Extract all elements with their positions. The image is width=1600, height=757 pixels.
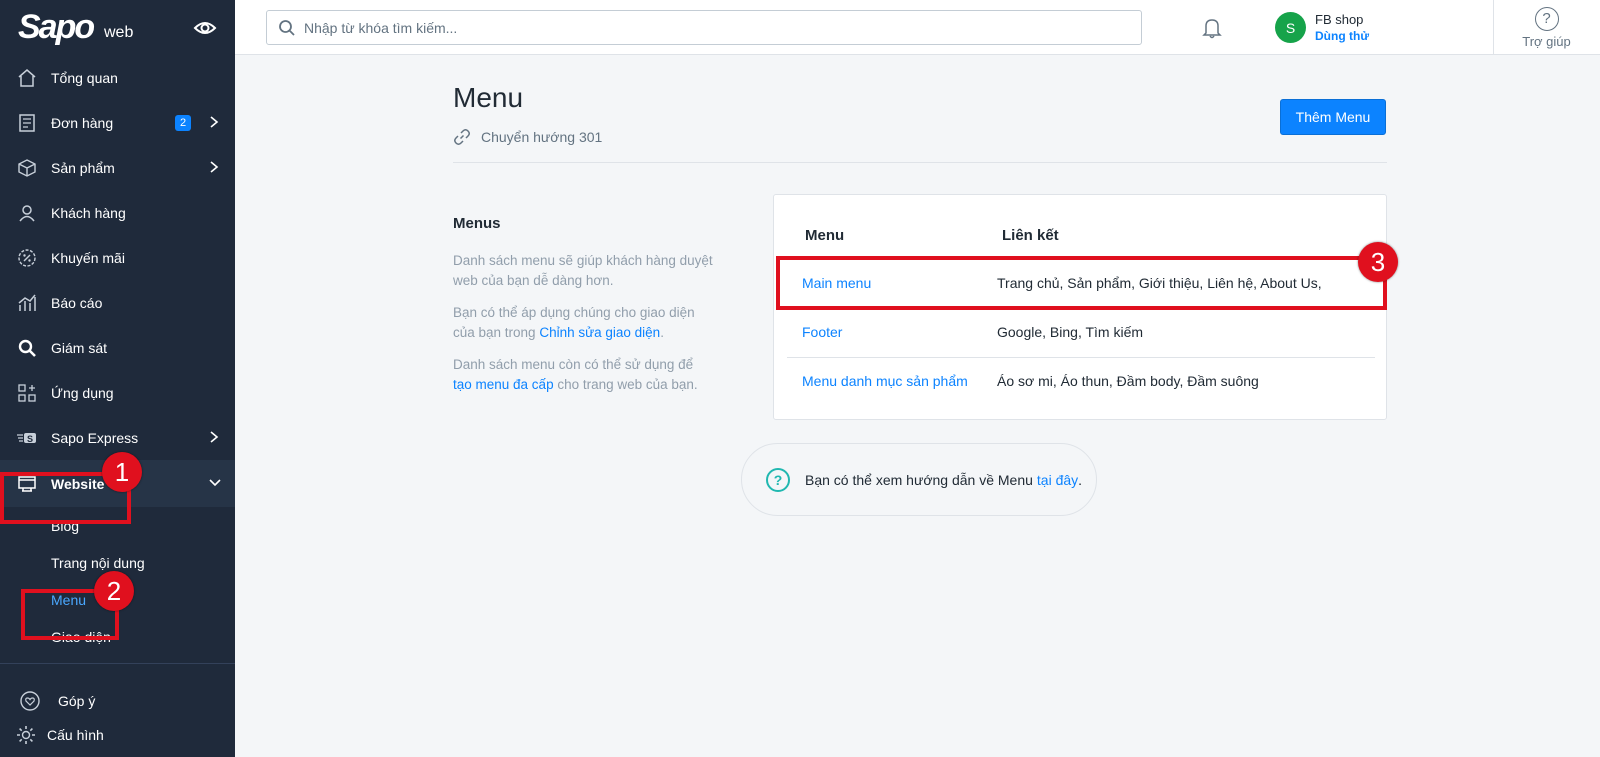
help-tip: ? Bạn có thể xem hướng dẫn về Menu tại đâ… xyxy=(741,443,1097,516)
sidebar-item-apps[interactable]: Ứng dụng xyxy=(0,370,235,415)
chart-icon xyxy=(16,292,38,314)
question-icon: ? xyxy=(766,467,790,492)
multilevel-menu-link[interactable]: tạo menu đa cấp xyxy=(453,377,554,392)
sidebar-item-label: Cấu hình xyxy=(47,727,104,743)
chevron-right-icon xyxy=(209,160,219,174)
express-icon: S xyxy=(16,427,38,449)
menus-description-3: Danh sách menu còn có thể sử dụng để tạo… xyxy=(453,357,698,392)
help-icon: ? xyxy=(1534,6,1559,31)
menus-description-2: Bạn có thể áp dụng chúng cho giao diện c… xyxy=(453,305,695,340)
sidebar-item-label: Sản phẩm xyxy=(51,159,115,176)
tip-link[interactable]: tại đây xyxy=(1037,472,1078,488)
table-row[interactable]: Footer Google, Bing, Tìm kiếm xyxy=(787,308,1375,357)
search-icon xyxy=(278,19,296,37)
header-divider xyxy=(453,162,1387,163)
search-icon xyxy=(16,337,38,359)
bell-icon[interactable] xyxy=(1202,17,1222,39)
eye-icon[interactable] xyxy=(193,16,217,40)
trial-label[interactable]: Dùng thử xyxy=(1315,29,1369,43)
annotation-marker-3: 3 xyxy=(1358,242,1398,282)
tip-text: Bạn có thể xem hướng dẫn về Menu xyxy=(805,471,1033,488)
sidebar-item-orders[interactable]: Đơn hàng 2 xyxy=(0,100,235,145)
sidebar-item-label: Sapo Express xyxy=(51,429,139,446)
sidebar-item-label: Giám sát xyxy=(51,339,108,356)
annotation-box-3 xyxy=(776,256,1387,310)
top-bar: S FB shop Dùng thử ? Trợ giúp xyxy=(235,0,1600,55)
user-icon xyxy=(16,202,38,224)
section-title: Menus xyxy=(453,215,501,232)
add-menu-button[interactable]: Thêm Menu xyxy=(1280,99,1386,135)
sidebar-item-products[interactable]: Sản phẩm xyxy=(0,145,235,190)
menus-description-1: Danh sách menu sẽ giúp khách hàng duyệt … xyxy=(453,253,713,288)
gear-icon xyxy=(15,724,37,746)
sidebar-item-feedback[interactable]: Góp ý xyxy=(0,686,235,716)
search-box[interactable] xyxy=(266,10,1142,45)
search-input[interactable] xyxy=(304,11,1124,44)
help-label: Trợ giúp xyxy=(1522,33,1571,49)
sidebar: Sapo web Tổng quan Đơn hàng 2 Sản phẩm K… xyxy=(0,0,235,757)
sidebar-item-customers[interactable]: Khách hàng xyxy=(0,190,235,235)
avatar[interactable]: S xyxy=(1275,12,1306,43)
column-header-menu: Menu xyxy=(805,227,845,244)
menu-name-link[interactable]: Footer xyxy=(802,324,842,340)
table-row[interactable]: Menu danh mục sản phẩm Áo sơ mi, Áo thun… xyxy=(787,357,1375,406)
brand-logo: Sapo xyxy=(18,8,95,46)
brand-sub: web xyxy=(104,24,134,41)
annotation-marker-2: 2 xyxy=(94,571,134,611)
heart-icon xyxy=(19,690,41,712)
sidebar-item-monitoring[interactable]: Giám sát xyxy=(0,325,235,370)
sidebar-item-label: Đơn hàng xyxy=(51,114,114,131)
box-icon xyxy=(16,157,38,179)
sidebar-item-label: Ứng dụng xyxy=(51,384,114,401)
column-header-links: Liên kết xyxy=(1002,227,1059,244)
link-icon xyxy=(454,129,470,145)
orders-count-badge: 2 xyxy=(175,115,192,131)
apps-icon xyxy=(16,382,38,404)
chevron-down-icon xyxy=(209,475,221,489)
redirect-301-link[interactable]: Chuyển hướng 301 xyxy=(453,128,602,146)
sidebar-divider xyxy=(0,663,235,664)
menu-links: Áo sơ mi, Áo thun, Đầm body, Đầm suông xyxy=(997,373,1259,389)
sidebar-item-label: Tổng quan xyxy=(51,69,118,86)
sidebar-item-label: Khuyến mãi xyxy=(51,249,125,266)
page-title: Menu xyxy=(453,82,524,113)
help-button[interactable]: ? Trợ giúp xyxy=(1493,0,1600,55)
sidebar-item-settings[interactable]: Cấu hình xyxy=(0,720,235,750)
sidebar-item-overview[interactable]: Tổng quan xyxy=(0,55,235,100)
redirect-label: Chuyển hướng 301 xyxy=(481,129,603,145)
tip-suffix: . xyxy=(1078,471,1083,488)
annotation-marker-1: 1 xyxy=(102,452,142,492)
chevron-right-icon xyxy=(209,430,219,444)
home-icon xyxy=(16,67,38,89)
menu-links: Google, Bing, Tìm kiếm xyxy=(997,324,1144,340)
sidebar-item-label: Khách hàng xyxy=(51,204,126,221)
sidebar-item-reports[interactable]: Báo cáo xyxy=(0,280,235,325)
menu-name-link[interactable]: Menu danh mục sản phẩm xyxy=(802,373,968,389)
edit-theme-link[interactable]: Chỉnh sửa giao diện xyxy=(539,325,660,340)
chevron-right-icon xyxy=(209,115,219,129)
logo[interactable]: Sapo web xyxy=(0,0,235,55)
shop-name[interactable]: FB shop xyxy=(1315,12,1363,27)
sidebar-item-label: Báo cáo xyxy=(51,294,103,311)
sidebar-item-promotions[interactable]: Khuyến mãi xyxy=(0,235,235,280)
discount-icon xyxy=(16,247,38,269)
sidebar-item-label: Góp ý xyxy=(58,693,96,709)
svg-text:S: S xyxy=(27,434,33,444)
order-icon xyxy=(16,112,38,134)
